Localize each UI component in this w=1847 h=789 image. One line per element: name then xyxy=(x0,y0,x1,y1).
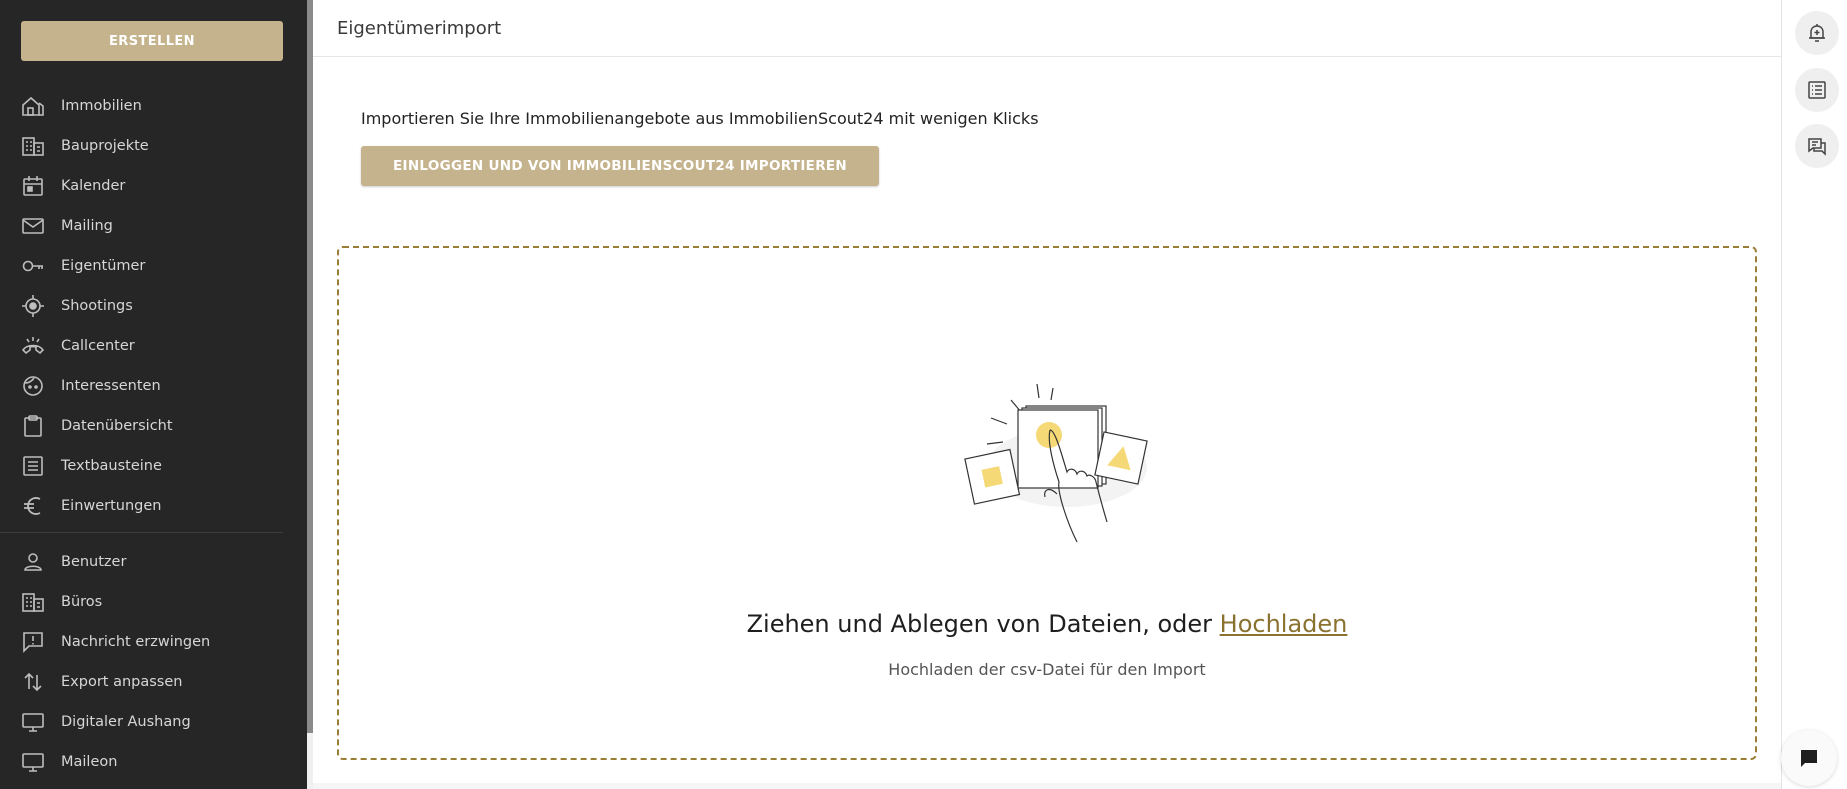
upload-illustration xyxy=(964,383,1148,543)
dropzone-subtext: Hochladen der csv-Datei für den Import xyxy=(888,660,1206,679)
phone-icon xyxy=(21,337,45,355)
sidebar-item-callcenter[interactable]: Callcenter xyxy=(0,326,307,366)
sidebar-item-bueros[interactable]: Büros xyxy=(0,582,307,622)
sidebar-item-benutzer[interactable]: Benutzer xyxy=(0,542,307,582)
sidebar-item-label: Interessenten xyxy=(61,378,161,394)
sidebar-item-shootings[interactable]: Shootings xyxy=(0,286,307,326)
chat-icon xyxy=(1801,750,1817,767)
secondary-nav: Benutzer Büros Nachricht erzwingen Expor… xyxy=(0,542,307,782)
sidebar-item-label: Nachricht erzwingen xyxy=(61,634,211,650)
sidebar-item-bauprojekte[interactable]: Bauprojekte xyxy=(0,126,307,166)
bell-plus-icon xyxy=(1809,24,1825,42)
import-intro-text: Importieren Sie Ihre Immobilienangebote … xyxy=(361,109,1039,128)
target-icon xyxy=(22,295,44,317)
page-title: Eigentümerimport xyxy=(337,17,502,39)
sidebar-item-label: Mailing xyxy=(61,218,113,234)
sidebar-item-label: Bauprojekte xyxy=(61,138,149,154)
building-icon xyxy=(22,137,44,156)
upload-link[interactable]: Hochladen xyxy=(1220,610,1348,638)
sidebar-item-label: Immobilien xyxy=(61,98,142,114)
chat-button[interactable] xyxy=(1781,730,1837,786)
sidebar-item-digitaler-aushang[interactable]: Digitaler Aushang xyxy=(0,702,307,742)
immobilienscout-import-button[interactable]: EINLOGGEN UND VON IMMOBILIENSCOUT24 IMPO… xyxy=(361,146,879,186)
sidebar-item-label: Digitaler Aushang xyxy=(61,714,191,730)
comments-icon xyxy=(1808,138,1826,156)
file-dropzone[interactable]: Ziehen und Ablegen von Dateien, oder Hoc… xyxy=(337,246,1757,760)
list-view-button[interactable] xyxy=(1795,68,1839,112)
euro-icon xyxy=(24,497,41,515)
monitor-icon xyxy=(22,713,44,732)
sidebar-item-immobilien[interactable]: Immobilien xyxy=(0,86,307,126)
sidebar-item-nachricht-erzwingen[interactable]: Nachricht erzwingen xyxy=(0,622,307,662)
sidebar-item-label: Benutzer xyxy=(61,554,127,570)
primary-nav: Immobilien Bauprojekte Kalender Mailing xyxy=(0,86,307,526)
sidebar-item-label: Maileon xyxy=(61,754,118,770)
sidebar-item-textbausteine[interactable]: Textbausteine xyxy=(0,446,307,486)
dropzone-text: Ziehen und Ablegen von Dateien, oder Hoc… xyxy=(339,610,1755,638)
right-rail xyxy=(1781,0,1847,789)
mail-icon xyxy=(22,218,44,234)
page-header: Eigentümerimport xyxy=(313,0,1781,57)
sidebar: ERSTELLEN Immobilien Bauprojekte Kalende… xyxy=(0,0,307,789)
house-icon xyxy=(22,96,44,116)
face-icon xyxy=(23,376,43,396)
sidebar-item-label: Textbausteine xyxy=(61,458,162,474)
sidebar-item-label: Callcenter xyxy=(61,338,135,354)
sidebar-item-export-anpassen[interactable]: Export anpassen xyxy=(0,662,307,702)
message-alert-icon xyxy=(23,632,43,653)
list-icon xyxy=(23,456,43,476)
user-icon xyxy=(24,553,42,571)
nav-divider xyxy=(0,532,283,533)
sidebar-item-interessenten[interactable]: Interessenten xyxy=(0,366,307,406)
sidebar-item-label: Kalender xyxy=(61,178,126,194)
sort-arrows-icon xyxy=(24,672,42,692)
sidebar-item-label: Einwertungen xyxy=(61,498,162,514)
comments-button[interactable] xyxy=(1795,124,1839,168)
sidebar-item-eigentuemer[interactable]: Eigentümer xyxy=(0,246,307,286)
notification-add-button[interactable] xyxy=(1795,11,1839,55)
sidebar-item-mailing[interactable]: Mailing xyxy=(0,206,307,246)
sidebar-item-label: Eigentümer xyxy=(61,258,146,274)
office-icon xyxy=(22,593,44,612)
sidebar-item-label: Export anpassen xyxy=(61,674,183,690)
key-icon xyxy=(22,260,43,272)
sidebar-item-einwertungen[interactable]: Einwertungen xyxy=(0,486,307,526)
monitor-icon xyxy=(22,753,44,772)
clipboard-icon xyxy=(24,415,42,437)
sidebar-item-datenuebersicht[interactable]: Datenübersicht xyxy=(0,406,307,446)
list-view-icon xyxy=(1808,81,1826,99)
sidebar-item-label: Shootings xyxy=(61,298,133,314)
calendar-icon xyxy=(23,176,43,196)
create-button[interactable]: ERSTELLEN xyxy=(21,21,283,61)
dropzone-label: Ziehen und Ablegen von Dateien, oder xyxy=(746,610,1213,638)
main-content: Eigentümerimport Importieren Sie Ihre Im… xyxy=(313,0,1781,783)
sidebar-item-maileon[interactable]: Maileon xyxy=(0,742,307,782)
sidebar-item-kalender[interactable]: Kalender xyxy=(0,166,307,206)
sidebar-item-label: Büros xyxy=(61,594,103,610)
sidebar-item-label: Datenübersicht xyxy=(61,418,173,434)
